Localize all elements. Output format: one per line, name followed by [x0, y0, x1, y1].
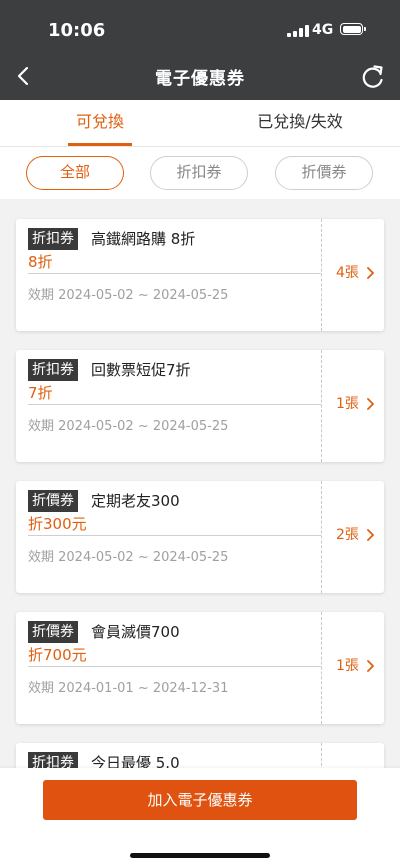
dashed-separator — [321, 481, 322, 593]
coupon-discount: 7折 — [28, 384, 53, 402]
divider — [28, 666, 321, 667]
coupon-name: 回數票短促7折 — [91, 361, 191, 379]
add-e-coupon-button[interactable]: 加入電子優惠券 — [43, 780, 357, 820]
divider — [28, 273, 321, 274]
dashed-separator — [321, 219, 322, 331]
coupon-type-badge: 折價券 — [28, 490, 78, 512]
coupon-validity: 效期 2024-01-01 ~ 2024-12-31 — [28, 681, 229, 696]
chevron-right-icon — [367, 660, 374, 672]
coupon-discount: 折300元 — [28, 515, 87, 533]
status-time: 10:06 — [48, 20, 106, 41]
page-title: 電子優惠券 — [155, 69, 245, 89]
coupon-type-badge: 折價券 — [28, 621, 78, 643]
chevron-right-icon — [367, 529, 374, 541]
coupon-type-badge: 折扣券 — [28, 228, 78, 250]
coupon-card[interactable]: 折價券 會員滅價700 折700元 效期 2024-01-01 ~ 2024-1… — [16, 612, 384, 724]
coupon-discount: 折700元 — [28, 646, 87, 664]
coupon-card[interactable]: 折價券 定期老友300 折300元 效期 2024-05-02 ~ 2024-0… — [16, 481, 384, 593]
coupon-count[interactable]: 1張 — [336, 656, 359, 676]
refresh-icon — [362, 65, 383, 88]
dashed-separator — [321, 612, 322, 724]
tab-redeemable[interactable]: 可兌換 — [0, 100, 200, 146]
bottom-action-bar: 加入電子優惠券 — [0, 768, 400, 867]
tab-redeemed-expired[interactable]: 已兌換/失效 — [200, 100, 400, 146]
coupon-discount: 8折 — [28, 253, 53, 271]
dashed-separator — [321, 350, 322, 462]
coupon-count[interactable]: 1張 — [336, 394, 359, 414]
coupon-name: 會員滅價700 — [91, 623, 180, 641]
active-tab-indicator — [68, 143, 132, 146]
coupon-name: 高鐵網路購 8折 — [91, 230, 196, 248]
coupon-card[interactable]: 折扣券 高鐵網路購 8折 8折 效期 2024-05-02 ~ 2024-05-… — [16, 219, 384, 331]
coupon-count[interactable]: 4張 — [336, 263, 359, 283]
tab-bar: 可兌換 已兌換/失效 — [0, 100, 400, 147]
home-indicator — [130, 853, 270, 858]
filter-all[interactable]: 全部 — [26, 156, 124, 190]
coupon-validity: 效期 2024-05-02 ~ 2024-05-25 — [28, 288, 229, 303]
network-label: 4G — [312, 22, 334, 38]
chevron-right-icon — [367, 398, 374, 410]
status-bar: 10:06 4G — [0, 0, 400, 58]
divider — [28, 404, 321, 405]
coupon-card[interactable]: 折扣券 回數票短促7折 7折 效期 2024-05-02 ~ 2024-05-2… — [16, 350, 384, 462]
battery-icon — [340, 23, 366, 35]
coupon-validity: 效期 2024-05-02 ~ 2024-05-25 — [28, 550, 229, 565]
app-header: 10:06 4G 電子優惠券 — [0, 0, 400, 100]
coupon-name: 定期老友300 — [91, 492, 180, 510]
coupon-type-badge: 折扣券 — [28, 359, 78, 381]
filter-price-coupon[interactable]: 折價券 — [275, 156, 373, 190]
coupon-validity: 效期 2024-05-02 ~ 2024-05-25 — [28, 419, 229, 434]
divider — [28, 535, 321, 536]
coupon-count[interactable]: 2張 — [336, 525, 359, 545]
filter-bar: 全部 折扣券 折價券 — [0, 147, 400, 199]
signal-icon — [287, 25, 309, 37]
chevron-right-icon — [367, 267, 374, 279]
refresh-button[interactable] — [360, 64, 386, 90]
filter-discount-coupon[interactable]: 折扣券 — [150, 156, 248, 190]
